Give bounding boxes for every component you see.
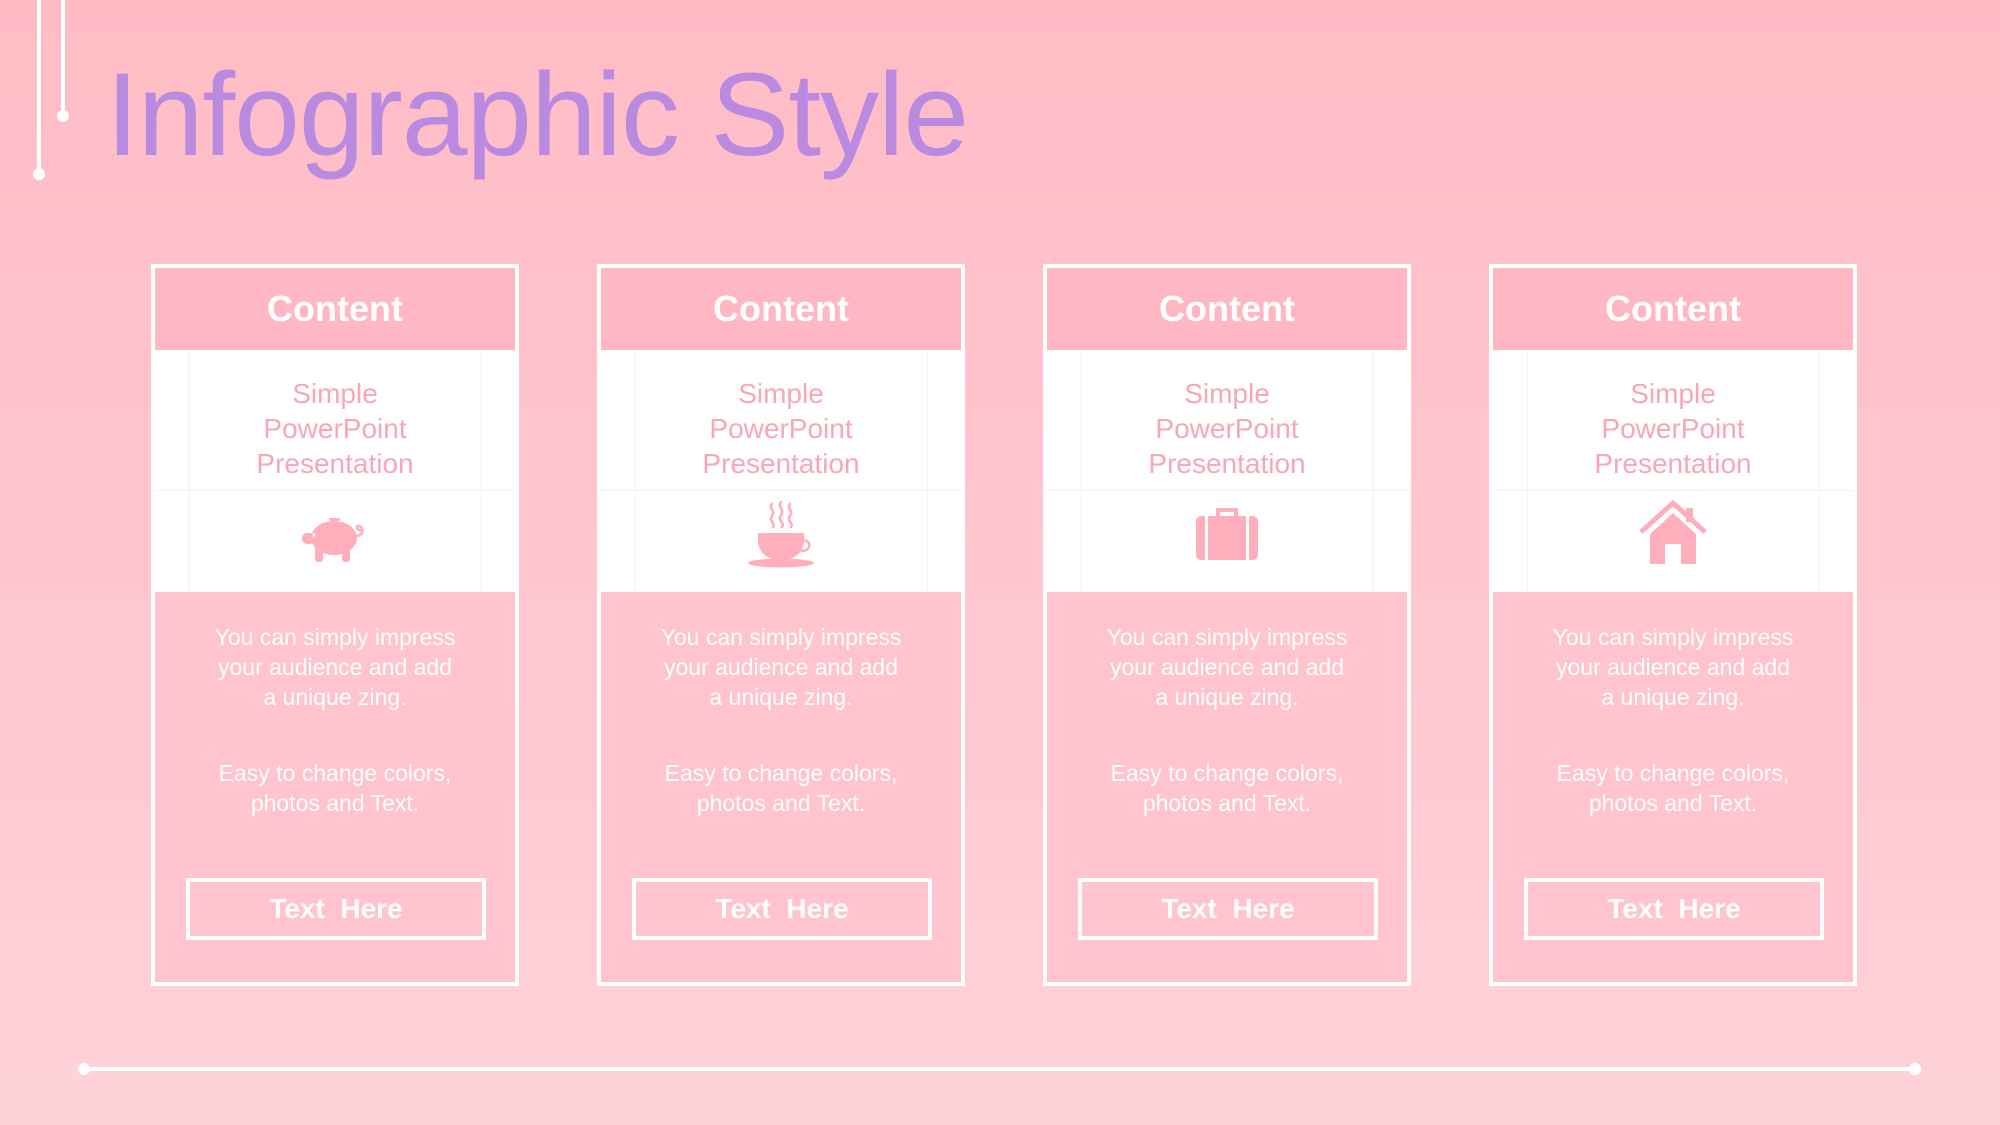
- content-card-3: Content Simple PowerPoint Presentation Y…: [1043, 264, 1411, 986]
- decor-bottom-dot-left: [78, 1063, 90, 1075]
- piggy-bank-icon: [300, 500, 370, 570]
- decor-dot-right: [57, 110, 69, 122]
- card-header: Content: [1047, 268, 1407, 352]
- decor-bottom-dot-right: [1909, 1063, 1921, 1075]
- card-media-panel: Simple PowerPoint Presentation: [1493, 352, 1853, 592]
- card-body-text: You can simply impress your audience and…: [660, 624, 902, 710]
- decor-bottom-line: [84, 1067, 1916, 1071]
- card-body-text-secondary: Easy to change colors, photos and Text.: [664, 760, 898, 816]
- card-media-panel: Simple PowerPoint Presentation: [1047, 352, 1407, 592]
- house-icon: [1638, 500, 1708, 570]
- text-here-button[interactable]: Text Here: [632, 878, 932, 940]
- slide-title: Infographic Style: [106, 49, 969, 181]
- card-media-panel: Simple PowerPoint Presentation: [155, 352, 515, 592]
- card-media-panel: Simple PowerPoint Presentation: [601, 352, 961, 592]
- decor-vertical-line-right: [61, 0, 65, 112]
- briefcase-icon: [1192, 500, 1262, 570]
- content-card-2: Content Simple PowerPoint Presentation Y…: [597, 264, 965, 986]
- card-body-text-secondary: Easy to change colors, photos and Text.: [1556, 760, 1790, 816]
- card-body-text: You can simply impress your audience and…: [1552, 624, 1794, 710]
- card-subtitle: Simple PowerPoint Presentation: [256, 378, 414, 479]
- card-body-text: You can simply impress your audience and…: [1106, 624, 1348, 710]
- card-header: Content: [155, 268, 515, 352]
- content-card-4: Content Simple PowerPoint Presentation Y…: [1489, 264, 1857, 986]
- card-subtitle: Simple PowerPoint Presentation: [1594, 378, 1752, 479]
- card-body-text-secondary: Easy to change colors, photos and Text.: [1110, 760, 1344, 816]
- card-body-text-secondary: Easy to change colors, photos and Text.: [218, 760, 452, 816]
- card-subtitle: Simple PowerPoint Presentation: [702, 378, 860, 479]
- card-header: Content: [601, 268, 961, 352]
- card-header: Content: [1493, 268, 1853, 352]
- card-body-text: You can simply impress your audience and…: [214, 624, 456, 710]
- text-here-button[interactable]: Text Here: [186, 878, 486, 940]
- decor-vertical-line-left: [37, 0, 41, 170]
- text-here-button[interactable]: Text Here: [1078, 878, 1378, 940]
- content-card-1: Content Simple PowerPoint Presentation Y…: [151, 264, 519, 986]
- coffee-cup-icon: [746, 500, 816, 570]
- decor-dot-left: [33, 168, 45, 180]
- card-subtitle: Simple PowerPoint Presentation: [1148, 378, 1306, 479]
- text-here-button[interactable]: Text Here: [1524, 878, 1824, 940]
